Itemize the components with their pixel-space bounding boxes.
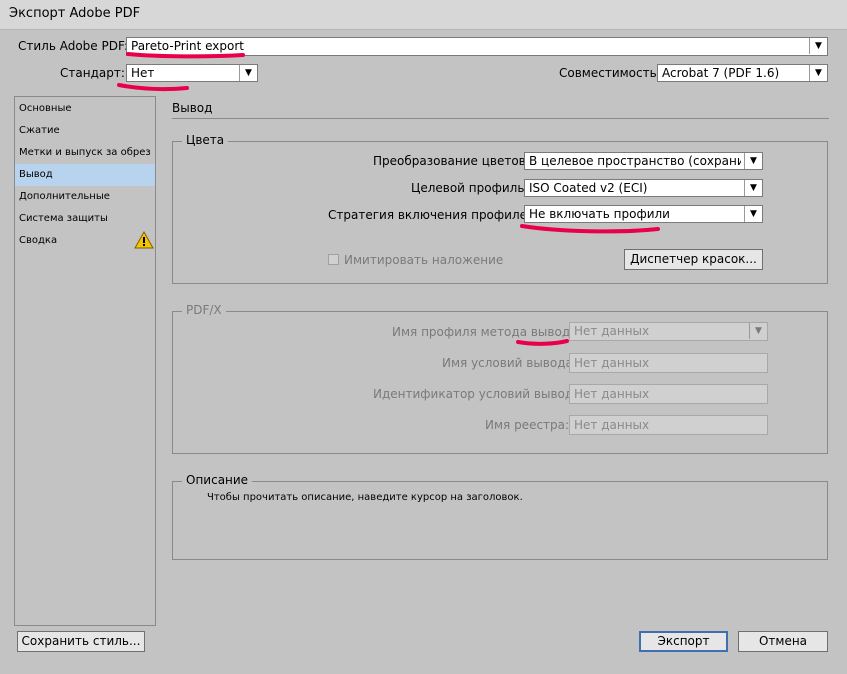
destination-profile-value: ISO Coated v2 (ECI) <box>529 181 648 195</box>
condition-id-value: Нет данных <box>574 387 650 401</box>
compat-label: Совместимость: <box>559 66 661 80</box>
warning-icon <box>134 231 154 249</box>
chevron-down-icon[interactable]: ▼ <box>749 323 767 339</box>
simulate-overprint-checkbox[interactable] <box>328 254 339 265</box>
intent-profile-value: Нет данных <box>574 324 650 338</box>
preset-value: Pareto-Print export <box>131 39 244 53</box>
preset-label: Стиль Adobe PDF: <box>18 39 128 53</box>
profile-inclusion-value: Не включать профили <box>529 207 670 221</box>
condition-name-field[interactable]: Нет данных <box>569 353 768 373</box>
intent-profile-label: Имя профиля метода вывода: <box>392 325 582 339</box>
destination-profile-label: Целевой профиль: <box>411 181 529 195</box>
simulate-overprint-label: Имитировать наложение <box>344 253 504 267</box>
sidebar-item-security[interactable]: Система защиты <box>15 208 155 230</box>
chevron-down-icon[interactable]: ▼ <box>744 153 762 169</box>
color-conversion-label: Преобразование цветов: <box>373 154 530 168</box>
condition-name-label: Имя условий вывода: <box>442 356 577 370</box>
description-legend: Описание <box>182 473 253 487</box>
condition-id-label: Идентификатор условий вывода: <box>373 387 585 401</box>
sidebar-item-marks-bleeds[interactable]: Метки и выпуск за обрез <box>15 142 155 164</box>
compat-value: Acrobat 7 (PDF 1.6) <box>662 66 780 80</box>
sidebar-item-general[interactable]: Основные <box>15 98 155 120</box>
registry-field[interactable]: Нет данных <box>569 415 768 435</box>
intent-profile-select[interactable]: Нет данных ▼ <box>569 322 768 341</box>
profile-inclusion-select[interactable]: Не включать профили ▼ <box>524 205 763 223</box>
color-conversion-value: В целевое пространство (сохрани... <box>529 154 741 168</box>
window-title: Экспорт Adobe PDF <box>9 6 141 21</box>
sidebar-item-compression[interactable]: Сжатие <box>15 120 155 142</box>
registry-label: Имя реестра: <box>485 418 570 432</box>
cancel-button[interactable]: Отмена <box>738 631 828 652</box>
sidebar-item-advanced[interactable]: Дополнительные <box>15 186 155 208</box>
profile-inclusion-label: Стратегия включения профилей: <box>328 208 539 222</box>
pdfx-legend: PDF/X <box>182 303 226 317</box>
condition-name-value: Нет данных <box>574 356 650 370</box>
title-bar: Экспорт Adobe PDF <box>0 0 847 30</box>
condition-id-field[interactable]: Нет данных <box>569 384 768 404</box>
chevron-down-icon[interactable]: ▼ <box>239 65 257 81</box>
colors-legend: Цвета <box>182 133 229 147</box>
standard-value: Нет <box>131 66 155 80</box>
standard-select[interactable]: Нет ▼ <box>126 64 258 82</box>
sidebar-item-output[interactable]: Вывод <box>15 164 155 186</box>
destination-profile-select[interactable]: ISO Coated v2 (ECI) ▼ <box>524 179 763 197</box>
chevron-down-icon[interactable]: ▼ <box>744 180 762 196</box>
chevron-down-icon[interactable]: ▼ <box>744 206 762 222</box>
sidebar: Основные Сжатие Метки и выпуск за обрез … <box>14 96 156 626</box>
chevron-down-icon[interactable]: ▼ <box>809 38 827 54</box>
section-title: Вывод <box>172 101 213 115</box>
standard-label: Стандарт: <box>60 66 125 80</box>
registry-value: Нет данных <box>574 418 650 432</box>
compat-select[interactable]: Acrobat 7 (PDF 1.6) ▼ <box>657 64 828 82</box>
description-text: Чтобы прочитать описание, наведите курсо… <box>207 492 523 503</box>
preset-select[interactable]: Pareto-Print export ▼ <box>126 37 828 56</box>
ink-manager-button[interactable]: Диспетчер красок... <box>624 249 763 270</box>
export-button[interactable]: Экспорт <box>639 631 728 652</box>
color-conversion-select[interactable]: В целевое пространство (сохрани... ▼ <box>524 152 763 170</box>
chevron-down-icon[interactable]: ▼ <box>809 65 827 81</box>
section-divider <box>172 118 829 119</box>
save-preset-button[interactable]: Сохранить стиль... <box>17 631 145 652</box>
